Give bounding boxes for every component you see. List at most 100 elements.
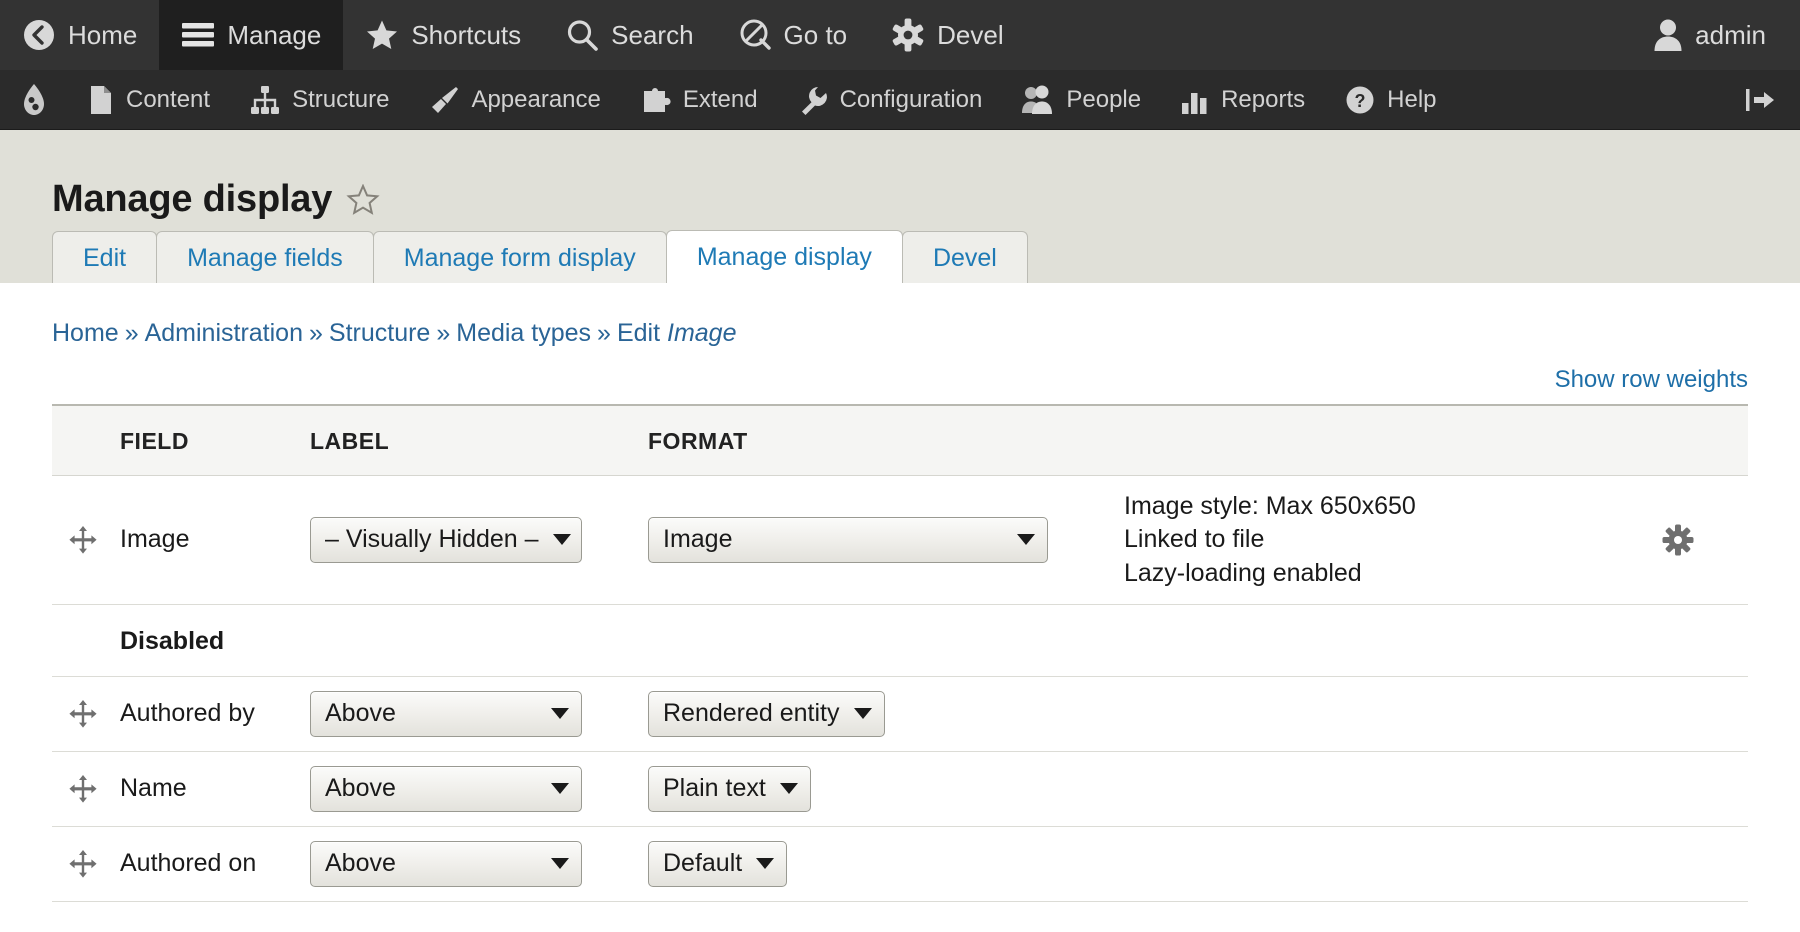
- show-row-weights-link[interactable]: Show row weights: [1555, 366, 1748, 393]
- breadcrumb-item-administration[interactable]: Administration: [145, 319, 303, 347]
- admin-menu-item-configuration[interactable]: Configuration: [778, 70, 1003, 129]
- chevron-down-icon: [1017, 534, 1035, 545]
- format-settings-cell[interactable]: [1662, 476, 1748, 605]
- tab-devel-label: Devel: [933, 244, 997, 272]
- toolbar-item-goto-label: Go to: [784, 20, 848, 51]
- drag-handle-icon[interactable]: [68, 849, 98, 879]
- breadcrumb-item-media-types[interactable]: Media types: [456, 319, 591, 347]
- chevron-down-icon: [553, 534, 571, 545]
- field-name-cell: Name: [120, 751, 310, 826]
- admin-menu-item-people[interactable]: People: [1002, 70, 1161, 129]
- admin-menu-bar: Content Structure Appearance: [0, 70, 1800, 130]
- admin-menu-item-extend[interactable]: Extend: [621, 70, 778, 129]
- drag-handle-icon[interactable]: [68, 525, 98, 555]
- toolbar-user-menu[interactable]: admin: [1631, 0, 1800, 70]
- puzzle-icon: [641, 85, 671, 115]
- toolbar-item-home-label: Home: [68, 20, 137, 51]
- format-select-cell: Default: [648, 826, 1124, 901]
- admin-menu-item-content[interactable]: Content: [68, 70, 230, 129]
- tab-devel[interactable]: Devel: [902, 231, 1028, 283]
- format-select-authored-on-value: Default: [663, 849, 742, 878]
- paintbrush-icon: [429, 85, 459, 115]
- admin-menu-item-structure[interactable]: Structure: [230, 70, 409, 129]
- label-select-authored-by[interactable]: Above: [310, 691, 582, 737]
- page-title-row: Manage display: [0, 130, 1800, 221]
- page-title: Manage display: [52, 178, 332, 221]
- toolbar-item-search[interactable]: Search: [543, 0, 715, 70]
- toolbar-collapse-button[interactable]: [1722, 70, 1800, 129]
- breadcrumb-item-structure[interactable]: Structure: [329, 319, 430, 347]
- chevron-down-icon: [756, 858, 774, 869]
- format-summary-cell: [1124, 826, 1662, 901]
- breadcrumb-item-edit[interactable]: Edit: [617, 319, 660, 347]
- tab-edit-label: Edit: [83, 244, 126, 272]
- gear-icon[interactable]: [1662, 524, 1748, 556]
- breadcrumb-separator: »: [309, 319, 323, 347]
- drag-handle-icon[interactable]: [68, 774, 98, 804]
- tab-manage-form-display[interactable]: Manage form display: [373, 231, 667, 283]
- table-row: Image – Visually Hidden – Image Image st…: [52, 476, 1748, 605]
- breadcrumb-item-home[interactable]: Home: [52, 319, 119, 347]
- show-row-weights-row: Show row weights: [52, 348, 1748, 404]
- drag-handle-icon[interactable]: [68, 699, 98, 729]
- breadcrumb-separator: »: [436, 319, 450, 347]
- format-select-image-value: Image: [663, 525, 732, 554]
- toolbar-item-shortcuts[interactable]: Shortcuts: [343, 0, 543, 70]
- table-region-row: Disabled: [52, 604, 1748, 676]
- drag-handle-cell[interactable]: [52, 476, 120, 605]
- admin-menu-item-people-label: People: [1066, 86, 1141, 114]
- label-select-name[interactable]: Above: [310, 766, 582, 812]
- admin-menu-item-reports[interactable]: Reports: [1161, 70, 1325, 129]
- table-header-row: FIELD LABEL FORMAT: [52, 405, 1748, 476]
- back-circle-icon: [22, 18, 56, 52]
- drag-handle-cell[interactable]: [52, 826, 120, 901]
- format-summary-cell: Image style: Max 650x650 Linked to file …: [1124, 476, 1662, 605]
- tab-manage-fields[interactable]: Manage fields: [156, 231, 374, 283]
- label-select-cell: Above: [310, 676, 648, 751]
- tab-edit[interactable]: Edit: [52, 231, 157, 283]
- sitemap-icon: [250, 85, 280, 115]
- format-select-authored-on[interactable]: Default: [648, 841, 787, 887]
- toolbar-item-devel[interactable]: Devel: [869, 0, 1025, 70]
- star-icon: [365, 19, 399, 51]
- format-select-authored-by[interactable]: Rendered entity: [648, 691, 885, 737]
- summary-line-image-style: Image style: Max 650x650: [1124, 490, 1662, 523]
- page-icon: [88, 85, 114, 115]
- toolbar-item-shortcuts-label: Shortcuts: [411, 20, 521, 51]
- format-select-name[interactable]: Plain text: [648, 766, 811, 812]
- label-select-authored-on-value: Above: [325, 849, 396, 878]
- people-icon: [1022, 85, 1054, 115]
- drupal-logo[interactable]: [0, 70, 68, 129]
- label-select-cell: Above: [310, 826, 648, 901]
- svg-text:?: ?: [1355, 91, 1366, 111]
- admin-menu-item-extend-label: Extend: [683, 86, 758, 114]
- field-name-cell: Authored on: [120, 826, 310, 901]
- label-select-authored-on[interactable]: Above: [310, 841, 582, 887]
- toolbar-item-home[interactable]: Home: [0, 0, 159, 70]
- label-select-image[interactable]: – Visually Hidden –: [310, 517, 582, 563]
- breadcrumb: Home»Administration»Structure»Media type…: [52, 283, 1748, 348]
- toolbar-item-goto[interactable]: Go to: [716, 0, 870, 70]
- toolbar-item-manage[interactable]: Manage: [159, 0, 343, 70]
- drupal-drop-icon: [20, 83, 48, 117]
- format-settings-cell: [1662, 676, 1748, 751]
- format-select-image[interactable]: Image: [648, 517, 1048, 563]
- drag-handle-cell[interactable]: [52, 676, 120, 751]
- chevron-down-icon: [780, 783, 798, 794]
- admin-menu-item-help-label: Help: [1387, 86, 1436, 114]
- gear-icon: [891, 18, 925, 52]
- format-settings-cell: [1662, 826, 1748, 901]
- label-select-cell: Above: [310, 751, 648, 826]
- admin-menu-item-appearance[interactable]: Appearance: [409, 70, 620, 129]
- admin-menu-item-help[interactable]: ? Help: [1325, 70, 1456, 129]
- bar-chart-icon: [1181, 85, 1209, 115]
- tab-manage-fields-label: Manage fields: [187, 244, 343, 272]
- label-select-image-value: – Visually Hidden –: [325, 525, 539, 554]
- drag-handle-cell[interactable]: [52, 751, 120, 826]
- breadcrumb-separator: »: [125, 319, 139, 347]
- tab-manage-display[interactable]: Manage display: [666, 230, 903, 283]
- star-outline-icon[interactable]: [346, 184, 380, 216]
- breadcrumb-separator: »: [597, 319, 611, 347]
- label-select-cell: – Visually Hidden –: [310, 476, 648, 605]
- table-row: Name Above Plain text: [52, 751, 1748, 826]
